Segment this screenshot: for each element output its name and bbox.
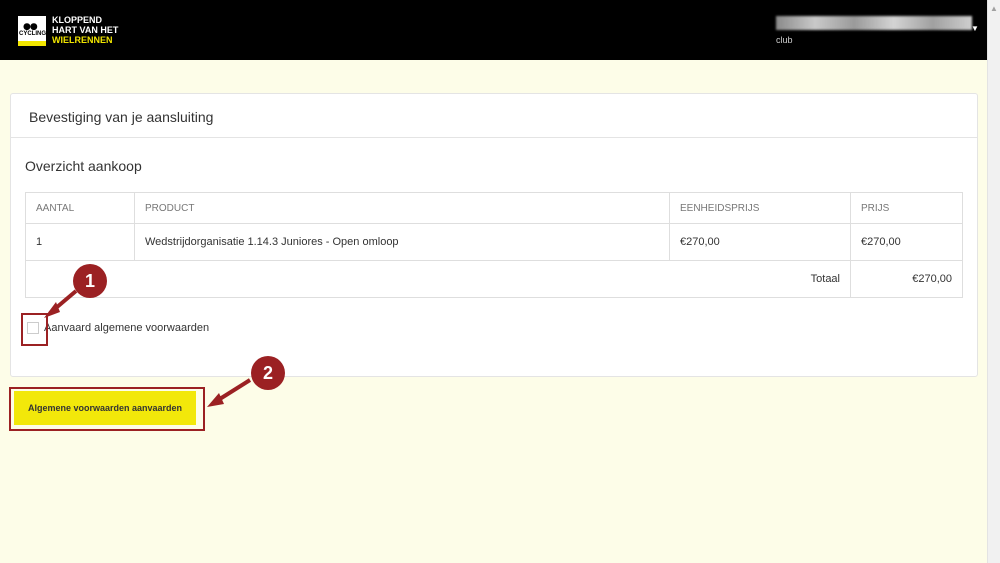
annotation-badge-1: 1 — [73, 264, 107, 298]
annotation-badge-2: 2 — [251, 356, 285, 390]
annotation-arrows — [44, 289, 252, 407]
annotation-arrow-2 — [207, 378, 252, 407]
annotation-arrow-1 — [44, 289, 78, 318]
